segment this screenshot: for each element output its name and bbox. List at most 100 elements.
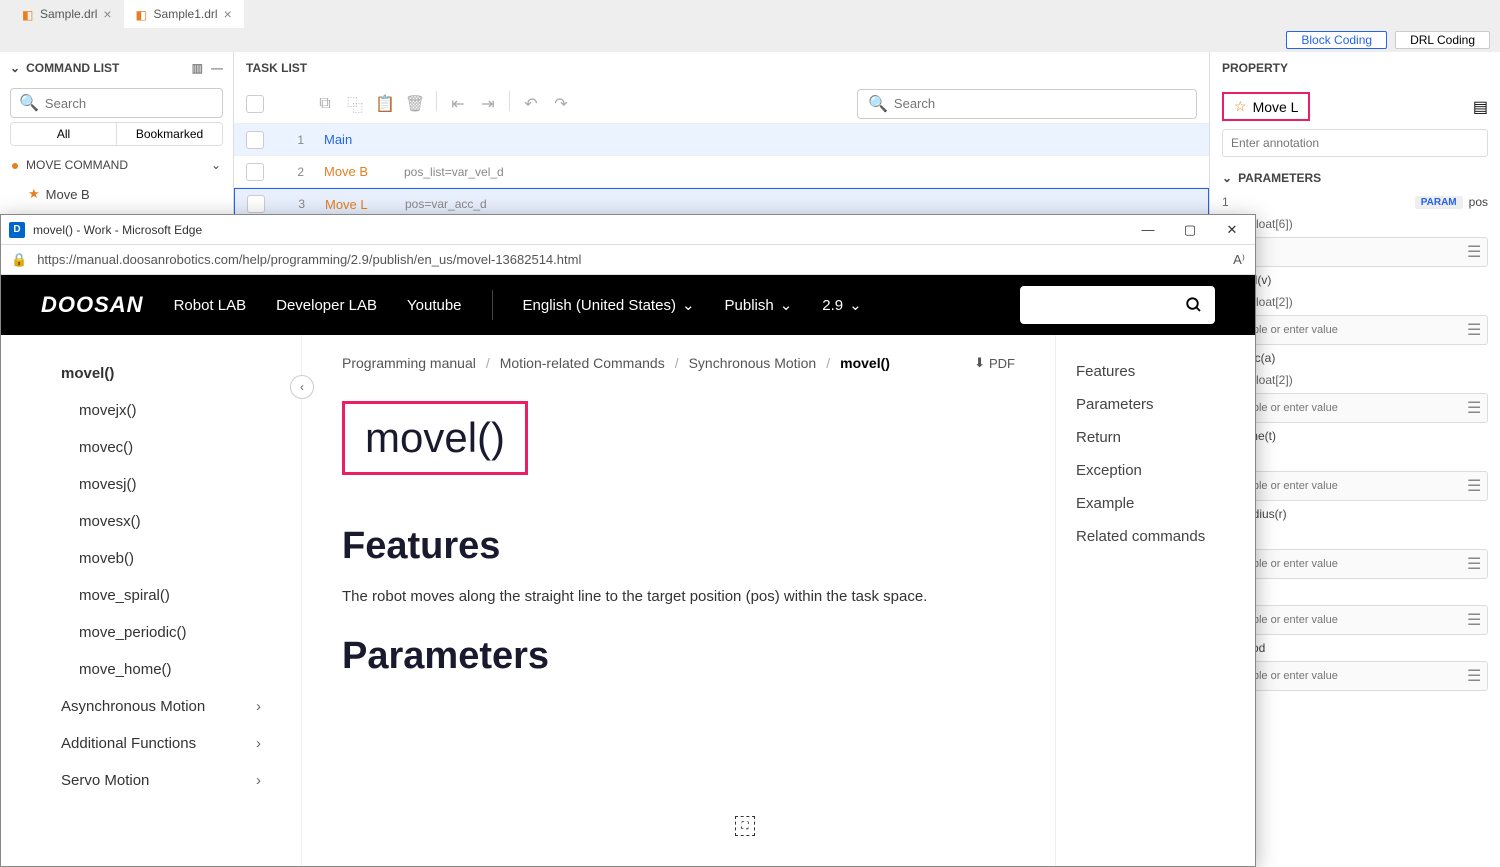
toc-item[interactable]: Example — [1066, 487, 1245, 520]
url-bar[interactable]: 🔒 https://manual.doosanrobotics.com/help… — [1, 245, 1255, 275]
param-input[interactable]: ☰ — [1222, 315, 1488, 345]
row-name: Move L — [325, 197, 405, 212]
section-features-title: Features — [342, 525, 1015, 568]
toc-item[interactable]: Related commands — [1066, 520, 1245, 553]
menu-icon[interactable]: ☰ — [1467, 610, 1481, 630]
maximize-button[interactable]: ▢ — [1175, 222, 1205, 238]
property-move-name: Move L — [1253, 99, 1299, 115]
logo[interactable]: DOOSAN — [41, 292, 144, 318]
sidebar-item[interactable]: moveb() — [61, 540, 301, 577]
param-input[interactable]: ☰ — [1222, 237, 1488, 267]
collapse-icon[interactable]: — — [211, 61, 223, 75]
outdent-icon[interactable]: ⇤ — [445, 91, 471, 117]
row-checkbox[interactable] — [246, 131, 264, 149]
chevron-down-icon: ⌄ — [1222, 171, 1232, 185]
menu-icon[interactable]: ☰ — [1467, 476, 1481, 496]
nav-robot-lab[interactable]: Robot LAB — [174, 297, 247, 314]
redo-icon[interactable]: ↷ — [548, 91, 574, 117]
close-button[interactable]: ✕ — [1217, 222, 1247, 238]
search-input[interactable] — [45, 96, 221, 111]
command-item-moveb[interactable]: ★ Move B — [0, 180, 233, 208]
toc-item[interactable]: Return — [1066, 421, 1245, 454]
breadcrumb-item[interactable]: Motion-related Commands — [500, 355, 665, 371]
undo-icon[interactable]: ↶ — [518, 91, 544, 117]
columns-icon[interactable]: ▥ — [192, 61, 203, 75]
task-row[interactable]: 1 Main — [234, 124, 1209, 156]
breadcrumb-item[interactable]: Programming manual — [342, 355, 476, 371]
sidebar-item[interactable]: Servo Motion› — [61, 762, 301, 799]
sidebar-item[interactable]: move_home() — [61, 651, 301, 688]
search-icon: 🔍 — [19, 93, 39, 113]
row-checkbox[interactable] — [247, 195, 265, 213]
menu-icon[interactable]: ☰ — [1467, 320, 1481, 340]
version-dropdown[interactable]: 2.9 ⌄ — [822, 296, 861, 314]
param-input[interactable]: ☰ — [1222, 393, 1488, 423]
sidebar-item[interactable]: movejx() — [61, 392, 301, 429]
sidebar-item[interactable]: movel() — [61, 355, 301, 392]
sidebar-item[interactable]: movesx() — [61, 503, 301, 540]
publish-dropdown[interactable]: Publish ⌄ — [725, 296, 793, 314]
book-icon[interactable]: ▤ — [1473, 97, 1488, 117]
tab-sample[interactable]: ◧ Sample.drl × — [10, 0, 124, 28]
menu-icon[interactable]: ☰ — [1467, 398, 1481, 418]
sidebar-item[interactable]: movesj() — [61, 466, 301, 503]
lock-icon: 🔒 — [11, 252, 27, 268]
nav-developer-lab[interactable]: Developer LAB — [276, 297, 377, 314]
task-row[interactable]: 2 Move B pos_list=var_vel_d — [234, 156, 1209, 188]
task-search[interactable]: 🔍 — [857, 89, 1197, 119]
toc-item[interactable]: Features — [1066, 355, 1245, 388]
param-input[interactable]: ☰ — [1222, 605, 1488, 635]
sidebar-item[interactable]: move_periodic() — [61, 614, 301, 651]
chevron-right-icon: › — [256, 735, 261, 752]
parameters-header[interactable]: ⌄ PARAMETERS — [1210, 165, 1500, 191]
param-input[interactable]: ☰ — [1222, 471, 1488, 501]
command-search[interactable]: 🔍 — [10, 88, 223, 118]
read-aloud-icon[interactable]: A⁾ — [1233, 252, 1245, 268]
copy-icon[interactable]: ⧉ — [312, 91, 338, 117]
file-icon: ◧ — [22, 8, 34, 20]
paste-icon[interactable]: 📋 — [372, 91, 398, 117]
sidebar-item[interactable]: movec() — [61, 429, 301, 466]
delete-icon[interactable]: 🗑 — [402, 91, 428, 117]
breadcrumb-item[interactable]: Synchronous Motion — [689, 355, 817, 371]
pdf-download[interactable]: ⬇ PDF — [974, 355, 1015, 371]
drl-coding-button[interactable]: DRL Coding — [1395, 31, 1490, 49]
sidebar-item[interactable]: Asynchronous Motion› — [61, 688, 301, 725]
param-input[interactable]: ☰ — [1222, 661, 1488, 691]
breadcrumb: Programming manual / Motion-related Comm… — [342, 355, 1015, 371]
select-all-checkbox[interactable] — [246, 95, 264, 113]
sidebar-item[interactable]: move_spiral() — [61, 577, 301, 614]
toc-item[interactable]: Parameters — [1066, 388, 1245, 421]
row-number: 2 — [264, 165, 324, 179]
expand-icon[interactable]: ⛶ — [735, 816, 755, 836]
row-args: pos_list=var_vel_d — [404, 165, 504, 179]
pdf-label: PDF — [989, 356, 1015, 371]
tab-sample1[interactable]: ◧ Sample1.drl × — [124, 0, 244, 28]
command-group-move[interactable]: MOVE COMMAND ⌄ — [0, 150, 233, 180]
chevron-down-icon[interactable]: ⌄ — [10, 61, 20, 75]
task-search-input[interactable] — [894, 96, 1186, 111]
menu-icon[interactable]: ☰ — [1467, 554, 1481, 574]
menu-icon[interactable]: ☰ — [1467, 242, 1481, 262]
tab-bar: ◧ Sample.drl × ◧ Sample1.drl × — [0, 0, 1500, 28]
minimize-button[interactable]: — — [1133, 222, 1163, 238]
close-icon[interactable]: × — [224, 6, 232, 22]
language-dropdown[interactable]: English (United States) ⌄ — [523, 296, 695, 314]
block-coding-button[interactable]: Block Coding — [1286, 31, 1387, 49]
annotation-input-wrapper[interactable] — [1222, 129, 1488, 157]
param-input[interactable]: ☰ — [1222, 549, 1488, 579]
close-icon[interactable]: × — [103, 6, 111, 22]
filter-all[interactable]: All — [11, 123, 116, 145]
toc-item[interactable]: Exception — [1066, 454, 1245, 487]
site-search[interactable] — [1020, 286, 1215, 324]
nav-youtube[interactable]: Youtube — [407, 297, 462, 314]
menu-icon[interactable]: ☰ — [1467, 666, 1481, 686]
collapse-sidebar-button[interactable]: ‹ — [290, 375, 314, 399]
indent-icon[interactable]: ⇥ — [475, 91, 501, 117]
duplicate-icon[interactable]: ⿻ — [342, 91, 368, 117]
star-icon[interactable]: ☆ — [1234, 98, 1247, 115]
filter-bookmarked[interactable]: Bookmarked — [116, 123, 222, 145]
sidebar-item[interactable]: Additional Functions› — [61, 725, 301, 762]
row-checkbox[interactable] — [246, 163, 264, 181]
annotation-input[interactable] — [1231, 136, 1479, 150]
